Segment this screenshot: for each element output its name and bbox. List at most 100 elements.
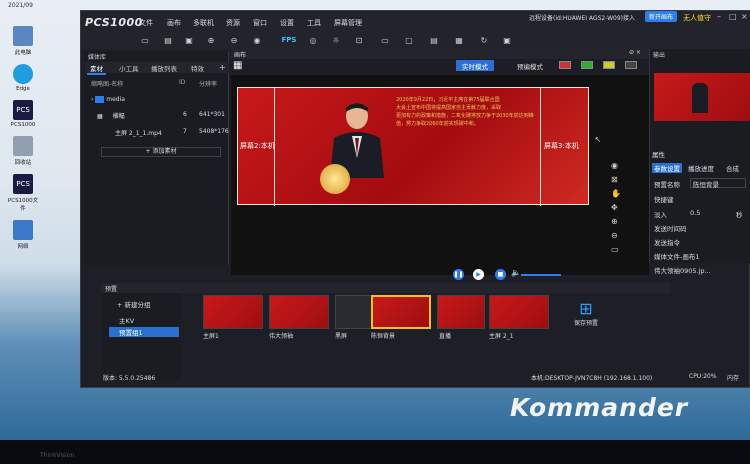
tab-playlist[interactable]: 播放列表 (151, 63, 177, 73)
move-icon[interactable]: ✥ (611, 203, 625, 217)
screenshot-icon[interactable]: ⊡ (353, 35, 365, 46)
canvas-title: 画布 (234, 52, 247, 59)
preset-name-field[interactable]: 陈恒背景 (690, 178, 746, 189)
new-group-button[interactable]: + 新建分组 (117, 299, 151, 309)
preset-thumb-label: 伟大领袖 (269, 333, 294, 340)
eye-icon[interactable]: ◉ (611, 161, 625, 175)
fade-in-field[interactable]: 0.5 (690, 209, 700, 217)
output-speaker-image (692, 83, 708, 113)
color-green-icon[interactable] (581, 61, 593, 69)
desktop-icons: 此电脑 Edge PCS PCS1000 回收站 PCS PCS1000文件 网络 (6, 26, 40, 250)
preset-group-item[interactable]: 主KV (119, 315, 134, 325)
column-resolution: 分辨率 (199, 81, 218, 88)
menu-tools[interactable]: 工具 (307, 18, 321, 28)
play-icon[interactable]: ▶ (473, 269, 484, 280)
menu-resource[interactable]: 资源 (226, 18, 240, 28)
desktop-icon-pc[interactable]: 此电脑 (6, 26, 40, 56)
volume-icon[interactable]: 🔈 (511, 268, 521, 277)
desktop-icon-edge[interactable]: Edge (6, 64, 40, 92)
save-preset-button[interactable]: ⊞ 保存预置 (561, 299, 611, 343)
folder-icon (95, 96, 105, 103)
pause-icon[interactable]: ❚❚ (453, 269, 464, 280)
minimize-icon[interactable]: – (717, 12, 721, 21)
media-file-item[interactable]: 伟大领袖0905.jp... (654, 265, 750, 275)
open-folder-icon[interactable]: ▤ (162, 35, 174, 46)
desktop-icon-pcs1000-file[interactable]: PCS PCS1000文件 (6, 174, 40, 212)
color-red-icon[interactable] (559, 61, 571, 69)
menu-file[interactable]: 文件 (139, 18, 153, 28)
hand-icon[interactable]: ✋ (611, 189, 625, 203)
menu-settings[interactable]: 设置 (280, 18, 294, 28)
zoom-in-icon[interactable]: ⊕ (611, 217, 625, 231)
tab-material[interactable]: 素材 (87, 63, 106, 75)
add-tab-icon[interactable]: + (219, 63, 226, 72)
layout-grid-icon[interactable]: ▦ (233, 60, 245, 72)
crop-icon[interactable]: ⊠ (611, 175, 625, 189)
mode-preedit[interactable]: 预编模式 (511, 60, 549, 71)
menu-canvas[interactable]: 画布 (167, 18, 181, 28)
send-command[interactable]: 发送指令 (654, 237, 680, 247)
fps-toggle[interactable]: FPS (281, 35, 297, 46)
list-item[interactable]: ▦ 横幅 6 641*301 (97, 111, 229, 120)
tab-param-settings[interactable]: 参数设置 (652, 163, 682, 173)
save-preset-icon: ⊞ (579, 299, 593, 318)
desktop-icon-recycle[interactable]: 回收站 (6, 136, 40, 166)
tab-play-progress[interactable]: 播放进度 (688, 163, 714, 173)
display-icon[interactable]: ▢ (403, 35, 415, 46)
list-item[interactable]: 主屏 2_1_1.mp4 7 5408*176 (115, 128, 229, 137)
canvas-close-icon[interactable]: ⊘ × (629, 49, 641, 56)
zoom-out-icon[interactable]: ⊖ (611, 231, 625, 245)
maximize-icon[interactable]: □ (729, 12, 737, 21)
preset-group-item[interactable]: 预置组1 (109, 327, 179, 337)
menu-multi[interactable]: 多联机 (193, 18, 214, 28)
tab-effects[interactable]: 特效 (191, 63, 204, 73)
preset-thumb[interactable] (203, 295, 263, 329)
app-logo: PCS1000 (85, 16, 143, 29)
send-timecode[interactable]: 发送时间码 (654, 223, 687, 233)
color-yellow-icon[interactable] (603, 61, 615, 69)
add-material-button[interactable]: + 添加素材 (101, 147, 221, 157)
screen-list-icon[interactable]: ▤ (428, 35, 440, 46)
save-icon[interactable]: ▣ (183, 35, 195, 46)
close-icon[interactable]: × (741, 12, 748, 21)
remove-icon[interactable]: ⊖ (228, 35, 240, 46)
desktop-icon-pcs1000[interactable]: PCS PCS1000 (6, 100, 40, 128)
canvas-titlebar: 画布 ⊘ × (231, 49, 649, 59)
volume-slider[interactable] (521, 274, 561, 276)
new-canvas-button[interactable]: 新开画布 (645, 11, 678, 22)
banner-text: 2020年9月22日，习近平主席在第75届联合国 大会上宣布中国将提高国家自主贡… (396, 97, 534, 127)
preview-eye-icon[interactable]: ◎ (307, 35, 319, 46)
mode-live[interactable]: 实时模式 (456, 60, 494, 71)
brightness-icon[interactable]: ☼ (330, 35, 342, 46)
preset-thumb-label: 主屏1 (203, 333, 219, 340)
add-icon[interactable]: ⊕ (205, 35, 217, 46)
preset-thumb[interactable] (489, 295, 549, 329)
refresh-icon[interactable]: ↻ (478, 35, 490, 46)
preset-name-label: 预置名称 (654, 181, 680, 189)
preset-thumb[interactable] (269, 295, 329, 329)
tab-compose[interactable]: 合成 (726, 163, 739, 173)
screen-preview[interactable]: 屏幕2:本机 屏幕3:本机 2020年9月22日，习近平主席在第75届联合国 大… (237, 87, 589, 206)
grid-icon[interactable]: ▦ (453, 35, 465, 46)
host-label: 本机:DESKTOP-JVN7C8H (192.168.1.100) (531, 375, 653, 382)
list-item[interactable]: › media (91, 96, 125, 103)
preset-thumb[interactable] (437, 295, 485, 329)
window-icon[interactable]: ▣ (501, 35, 513, 46)
fit-screen-icon[interactable]: ▭ (611, 245, 625, 259)
chevron-right-icon[interactable]: › (91, 96, 93, 103)
menu-window[interactable]: 窗口 (253, 18, 267, 28)
remote-device-status: 远程设备(id:HUAWEI AGS2-W09)接入 (529, 15, 636, 22)
output-panel: 输出 属性 参数设置 播放进度 合成 预置名称 陈恒背景 快捷键 淡入 0.5 … (649, 49, 750, 275)
new-file-icon[interactable]: ▭ (139, 35, 151, 46)
title-bar: PCS1000 文件 画布 多联机 资源 窗口 设置 工具 屏幕管理 远程设备(… (81, 11, 750, 35)
status-bar: 版本: 5.5.0.25486 本机:DESKTOP-JVN7C8H (192.… (103, 373, 749, 385)
monitor-icon[interactable]: ▭ (379, 35, 391, 46)
stop-icon[interactable]: ■ (495, 269, 506, 280)
preset-thumb-selected[interactable] (371, 295, 431, 329)
unattended-label[interactable]: 无人值守 (683, 13, 711, 23)
menu-screen-manage[interactable]: 屏幕管理 (334, 18, 362, 28)
color-dark-icon[interactable] (625, 61, 637, 69)
desktop-icon-network[interactable]: 网络 (6, 220, 40, 250)
record-icon[interactable]: ◉ (251, 35, 263, 46)
tab-widgets[interactable]: 小工具 (119, 63, 139, 73)
